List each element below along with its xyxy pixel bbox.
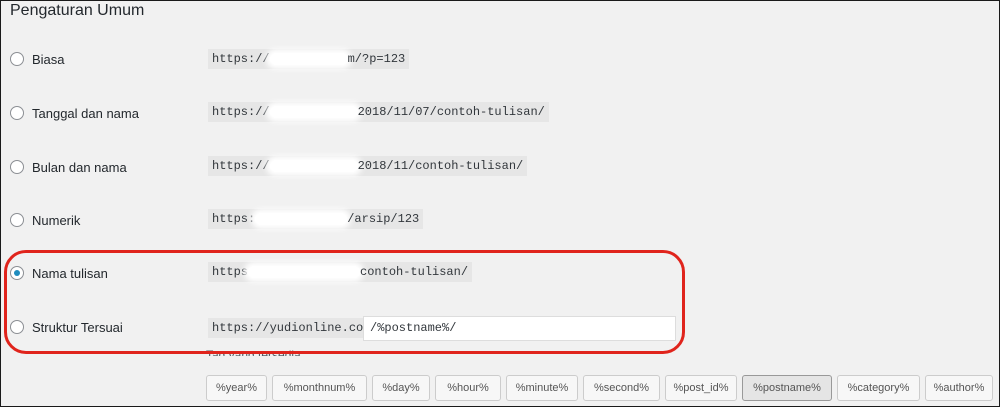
url-example-numerik: https:/arsip/123: [208, 209, 424, 229]
option-row-biasa: Biasa https://m/?p=123: [1, 47, 999, 73]
option-row-bulan-dan-nama: Bulan dan nama https://2018/11/contoh-tu…: [1, 155, 999, 181]
option-row-tanggal-dan-nama: Tanggal dan nama https://2018/11/07/cont…: [1, 101, 999, 127]
section-title: Pengaturan Umum: [10, 2, 145, 19]
option-label-biasa: Biasa: [32, 52, 65, 67]
available-tags-label: Tag yang tersedia:: [206, 348, 305, 356]
radio-bulan-dan-nama[interactable]: [10, 160, 24, 174]
tag-day[interactable]: %day%: [372, 375, 430, 401]
tag-second[interactable]: %second%: [583, 375, 660, 401]
url-example-biasa: https://m/?p=123: [208, 49, 410, 69]
option-label-nama-tulisan: Nama tulisan: [32, 266, 108, 281]
url-prefix-struktur-tersuai: https://yudionline.com: [208, 318, 375, 338]
url-example-bulan-dan-nama: https://2018/11/contoh-tulisan/: [208, 156, 528, 176]
tag-monthnum[interactable]: %monthnum%: [272, 375, 367, 401]
tag-postname[interactable]: %postname%: [742, 375, 832, 401]
option-label-bulan-dan-nama: Bulan dan nama: [32, 160, 127, 175]
tag-hour[interactable]: %hour%: [435, 375, 501, 401]
option-label-struktur-tersuai: Struktur Tersuai: [32, 320, 123, 335]
permalink-settings-panel: Pengaturan Umum Biasa https://m/?p=123 T…: [0, 0, 1000, 407]
url-example-nama-tulisan: https contoh-tulisan/: [208, 262, 473, 282]
tag-post-id[interactable]: %post_id%: [665, 375, 737, 401]
option-label-numerik: Numerik: [32, 213, 81, 228]
tag-year[interactable]: %year%: [206, 375, 267, 401]
url-example-tanggal-dan-nama: https://2018/11/07/contoh-tulisan/: [208, 102, 549, 122]
radio-tanggal-dan-nama[interactable]: [10, 106, 24, 120]
option-row-nama-tulisan: Nama tulisan https contoh-tulisan/: [1, 261, 999, 287]
option-row-numerik: Numerik https:/arsip/123: [1, 208, 999, 234]
custom-structure-input[interactable]: /%postname%/: [363, 316, 676, 341]
tag-category[interactable]: %category%: [837, 375, 920, 401]
radio-biasa[interactable]: [10, 52, 24, 66]
tag-minute[interactable]: %minute%: [506, 375, 578, 401]
radio-struktur-tersuai[interactable]: [10, 320, 24, 334]
option-label-tanggal-dan-nama: Tanggal dan nama: [32, 106, 139, 121]
tag-author[interactable]: %author%: [925, 375, 993, 401]
radio-nama-tulisan[interactable]: [10, 266, 24, 280]
radio-numerik[interactable]: [10, 213, 24, 227]
